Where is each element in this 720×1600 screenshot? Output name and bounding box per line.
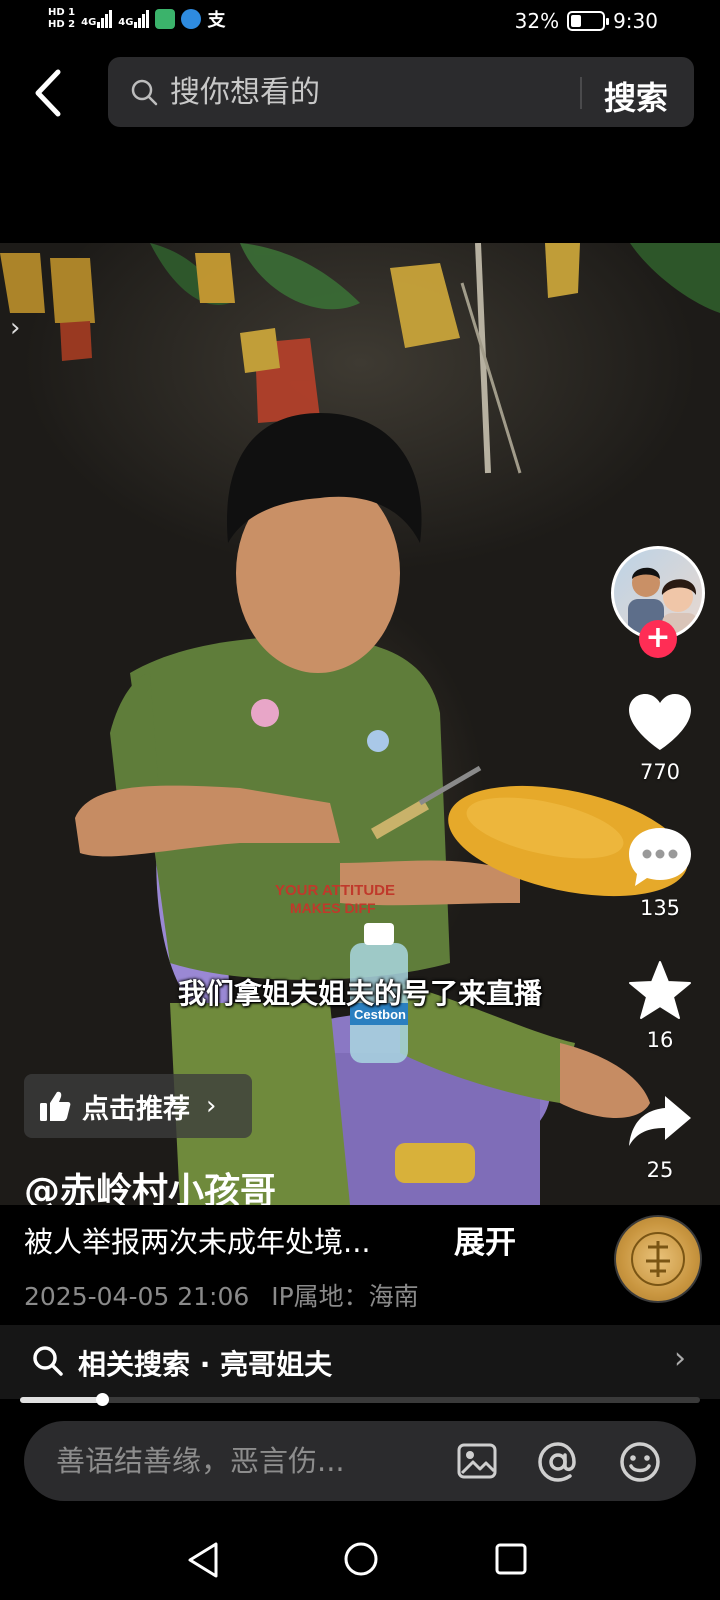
battery-percent: 32% xyxy=(514,9,560,33)
chevron-right-icon: › xyxy=(674,1341,686,1376)
status-left: HD 1 HD 2 4G 4G 支 xyxy=(48,6,225,32)
video-side-arrow-icon[interactable]: › xyxy=(10,313,20,343)
hd2-label: HD 2 xyxy=(48,19,76,30)
system-nav-bar xyxy=(0,1520,720,1600)
video-info: 被人举报两次未成年处境... 展开 2025-04-05 21:06 IP属地：… xyxy=(0,1205,720,1325)
follow-button[interactable]: + xyxy=(639,620,677,658)
clock: 9:30 xyxy=(613,9,658,33)
comment-input[interactable] xyxy=(56,1439,436,1483)
at-icon[interactable] xyxy=(536,1440,580,1484)
search-button[interactable]: 搜索 xyxy=(604,73,668,119)
like-count: 770 xyxy=(639,760,681,784)
image-icon[interactable] xyxy=(456,1440,498,1482)
signal-2-icon: 4G xyxy=(118,10,150,28)
browser-notification-icon xyxy=(181,9,202,29)
nav-recents-icon[interactable] xyxy=(494,1542,528,1576)
net2-label: 4G xyxy=(118,17,134,28)
alipay-icon: 支 xyxy=(207,10,226,31)
video-meta: 2025-04-05 21:06 IP属地：海南 xyxy=(24,1277,419,1313)
music-disc[interactable] xyxy=(614,1215,702,1303)
status-right: 32% 9:30 xyxy=(515,9,658,33)
related-search-label: 相关搜索 · 亮哥姐夫 xyxy=(78,1348,333,1381)
like-button[interactable]: 770 xyxy=(615,692,705,784)
search-input[interactable] xyxy=(170,71,670,113)
video-frame: YOUR ATTITUDE MAKES DIFF Cestbon xyxy=(0,243,720,1205)
search-icon xyxy=(33,1346,63,1376)
nav-home-icon[interactable] xyxy=(342,1540,380,1578)
shirt-text-2: MAKES DIFF xyxy=(290,900,376,916)
share-count: 25 xyxy=(646,1158,674,1182)
playback-progress[interactable] xyxy=(20,1393,700,1406)
progress-played xyxy=(20,1397,102,1403)
comment-bar[interactable] xyxy=(24,1421,696,1501)
shirt-text-1: YOUR ATTITUDE xyxy=(275,882,395,899)
ip-location: IP属地：海南 xyxy=(271,1282,419,1311)
recommend-button[interactable]: 点击推荐 › xyxy=(24,1074,252,1138)
heart-icon xyxy=(629,694,691,750)
status-bar: HD 1 HD 2 4G 4G 支 32% 9:30 xyxy=(0,0,720,44)
back-button[interactable] xyxy=(28,66,72,120)
signal-1-icon: 4G xyxy=(81,10,113,28)
app-notification-icon xyxy=(155,9,176,29)
progress-knob[interactable] xyxy=(95,1393,109,1406)
battery-icon xyxy=(567,11,610,31)
favorite-count: 16 xyxy=(646,1028,674,1052)
share-button[interactable]: 25 xyxy=(615,1094,705,1182)
comment-count: 135 xyxy=(639,896,681,920)
video-description: 被人举报两次未成年处境... xyxy=(24,1225,371,1259)
search-bar[interactable]: 搜索 xyxy=(108,57,694,127)
comment-icon xyxy=(629,828,691,886)
nav-back-icon[interactable] xyxy=(186,1540,220,1580)
comment-button[interactable]: 135 xyxy=(615,826,705,920)
music-disc-logo-icon xyxy=(631,1232,685,1286)
related-search-bar[interactable]: 相关搜索 · 亮哥姐夫 › xyxy=(0,1325,720,1399)
video-subtitle: 我们拿姐夫姐夫的号了来直播 xyxy=(177,977,542,1010)
share-icon xyxy=(629,1096,691,1146)
video-player[interactable]: YOUR ATTITUDE MAKES DIFF Cestbon › xyxy=(0,243,720,1205)
back-arrow-icon xyxy=(35,69,61,117)
post-datetime: 2025-04-05 21:06 xyxy=(24,1282,250,1311)
chevron-right-icon: › xyxy=(206,1091,217,1121)
hd1-label: HD 1 xyxy=(48,7,76,18)
search-icon xyxy=(131,79,158,106)
net1-label: 4G xyxy=(81,17,97,28)
expand-button[interactable]: 展开 xyxy=(454,1217,516,1262)
emoji-icon[interactable] xyxy=(618,1440,662,1484)
hd-indicator: HD 1 HD 2 xyxy=(48,7,75,31)
recommend-label: 点击推荐 xyxy=(82,1093,190,1125)
search-divider xyxy=(580,77,582,109)
thumbs-up-icon xyxy=(40,1091,71,1121)
